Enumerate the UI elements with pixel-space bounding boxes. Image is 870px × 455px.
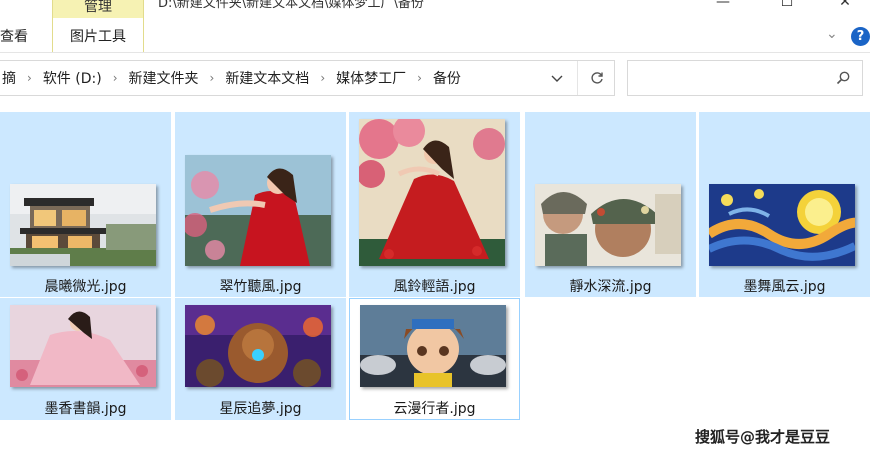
file-name[interactable]: 墨舞風云.jpg <box>699 276 870 296</box>
file-item[interactable]: 翠竹聽風.jpg <box>175 112 346 297</box>
image-thumbnail <box>535 184 681 266</box>
title-bar: 管理 查看 图片工具 D:\新建文件夹\新建文本文档\媒体梦工厂\备份 — ☐ … <box>0 0 870 52</box>
image-thumbnail <box>10 184 156 266</box>
breadcrumb-separator-icon[interactable]: › <box>409 71 430 85</box>
file-name[interactable]: 風鈴輕語.jpg <box>349 276 520 296</box>
image-thumbnail <box>709 184 855 266</box>
file-name[interactable]: 墨香書韻.jpg <box>0 398 171 418</box>
file-item[interactable]: 云漫行者.jpg <box>349 298 520 420</box>
tab-view[interactable]: 查看 <box>0 18 28 52</box>
breadcrumb-item-drive[interactable]: 软件 (D:) <box>40 68 105 88</box>
file-item[interactable]: 星辰追夢.jpg <box>175 298 346 420</box>
refresh-button[interactable] <box>577 61 615 95</box>
file-name[interactable]: 星辰追夢.jpg <box>175 398 346 418</box>
breadcrumb-item-folder[interactable]: 新建文本文档 <box>222 68 312 88</box>
breadcrumb-item-truncated[interactable]: 摘 <box>0 68 19 88</box>
image-thumbnail <box>359 119 505 266</box>
ribbon-collapse-icon[interactable]: ⌄ <box>826 26 838 42</box>
file-item[interactable]: 風鈴輕語.jpg <box>349 112 520 297</box>
file-name[interactable]: 翠竹聽風.jpg <box>175 276 346 296</box>
help-icon[interactable]: ? <box>851 27 870 46</box>
breadcrumb-item-current[interactable]: 备份 <box>430 68 464 88</box>
breadcrumb-item-folder[interactable]: 新建文件夹 <box>126 68 202 88</box>
file-name[interactable]: 晨曦微光.jpg <box>0 276 171 296</box>
search-input[interactable] <box>634 67 824 89</box>
image-thumbnail <box>10 305 156 387</box>
file-item[interactable]: 墨舞風云.jpg <box>699 112 870 297</box>
chevron-down-icon[interactable] <box>549 70 565 86</box>
tab-picture-tools[interactable]: 图片工具 <box>52 18 144 52</box>
ribbon-divider <box>0 52 870 53</box>
breadcrumb-separator-icon[interactable]: › <box>19 71 40 85</box>
minimize-button[interactable]: — <box>700 0 746 12</box>
breadcrumb-separator-icon[interactable]: › <box>202 71 223 85</box>
breadcrumb: 摘 › 软件 (D:) › 新建文件夹 › 新建文本文档 › 媒体梦工厂 › 备… <box>0 61 464 95</box>
window-title: D:\新建文件夹\新建文本文档\媒体梦工厂\备份 <box>158 0 424 11</box>
search-box[interactable] <box>627 60 863 96</box>
maximize-button[interactable]: ☐ <box>764 0 810 12</box>
file-item[interactable]: 墨香書韻.jpg <box>0 298 171 420</box>
refresh-icon <box>590 72 603 84</box>
tab-manage[interactable]: 管理 <box>52 0 144 18</box>
image-thumbnail <box>185 305 331 387</box>
file-name[interactable]: 云漫行者.jpg <box>350 398 519 418</box>
breadcrumb-separator-icon[interactable]: › <box>105 71 126 85</box>
close-button[interactable]: ✕ <box>822 0 868 12</box>
breadcrumb-item-folder[interactable]: 媒体梦工厂 <box>333 68 409 88</box>
address-bar[interactable]: 摘 › 软件 (D:) › 新建文件夹 › 新建文本文档 › 媒体梦工厂 › 备… <box>0 60 615 96</box>
image-thumbnail <box>360 305 506 387</box>
image-thumbnail <box>185 155 331 266</box>
file-item[interactable]: 晨曦微光.jpg <box>0 112 171 297</box>
file-item[interactable]: 靜水深流.jpg <box>525 112 696 297</box>
search-icon[interactable] <box>835 70 851 86</box>
file-name[interactable]: 靜水深流.jpg <box>525 276 696 296</box>
watermark: 搜狐号@我才是豆豆 <box>695 428 831 446</box>
breadcrumb-separator-icon[interactable]: › <box>312 71 333 85</box>
